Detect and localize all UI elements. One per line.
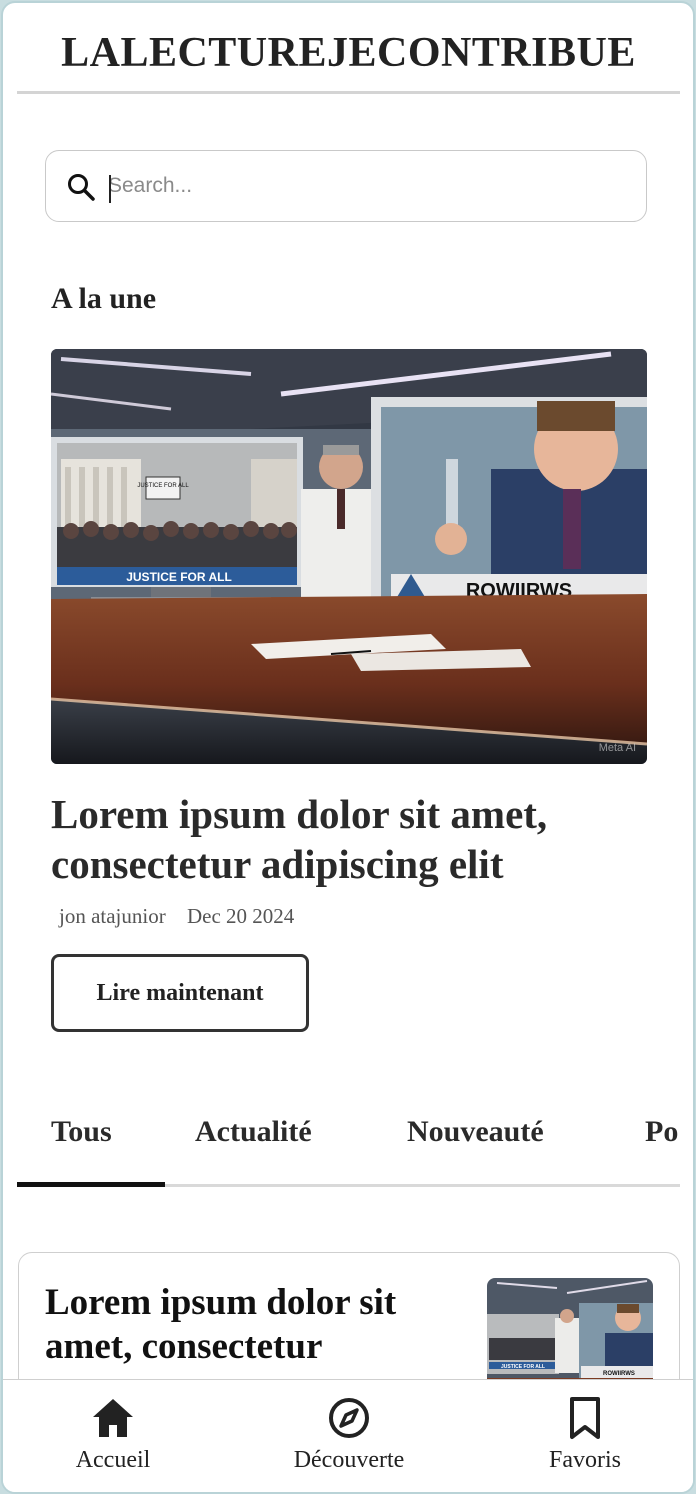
article-card-title[interactable]: Lorem ipsum dolor sit amet, consectetur — [45, 1281, 455, 1369]
bookmark-icon — [570, 1397, 600, 1439]
featured-article-title[interactable]: Lorem ipsum dolor sit amet, consectetur … — [51, 789, 651, 889]
search-icon — [68, 174, 95, 201]
text-caret — [109, 175, 111, 203]
brand-title: LALECTUREJECONTRIBUE — [61, 30, 636, 76]
thumb-caption-left: JUSTICE FOR ALL — [501, 1364, 545, 1370]
nav-favoris[interactable]: Favoris — [485, 1380, 685, 1492]
image-sign-text: JUSTICE FOR ALL — [137, 483, 189, 489]
thumb-caption-right: ROWIIRWS — [603, 1371, 635, 1377]
read-now-button[interactable]: Lire maintenant — [51, 954, 309, 1032]
featured-article-meta: jon atajunior Dec 20 2024 — [59, 904, 294, 929]
app-frame: LALECTUREJECONTRIBUE A la une — [1, 1, 695, 1494]
article-card-thumbnail-art: JUSTICE FOR ALL ROWIIRWS — [487, 1278, 653, 1388]
nav-label-accueil: Accueil — [75, 1447, 151, 1473]
tab-nouveaute[interactable]: Nouveauté — [407, 1115, 544, 1149]
nav-label-decouverte: Découverte — [293, 1447, 405, 1473]
article-author: jon atajunior — [59, 904, 166, 928]
search-input[interactable] — [108, 165, 628, 207]
image-caption-left: JUSTICE FOR ALL — [126, 570, 232, 584]
featured-section-title: A la une — [51, 282, 157, 315]
category-tabs: Tous Actualité Nouveauté Po — [17, 1101, 680, 1187]
compass-icon — [329, 1398, 369, 1438]
nav-label-favoris: Favoris — [549, 1447, 621, 1473]
article-date: Dec 20 2024 — [186, 904, 295, 928]
featured-image[interactable]: JUSTICE FOR ALL JUSTICE FOR ALL ROWIIRWS… — [51, 349, 647, 764]
tab-po[interactable]: Po — [645, 1115, 678, 1149]
search-bar[interactable] — [45, 150, 647, 222]
featured-image-art: JUSTICE FOR ALL JUSTICE FOR ALL ROWIIRWS… — [51, 349, 647, 764]
article-card-thumbnail[interactable]: JUSTICE FOR ALL ROWIIRWS — [487, 1278, 653, 1388]
home-icon — [93, 1399, 133, 1437]
tab-tous[interactable]: Tous — [51, 1115, 112, 1149]
nav-decouverte[interactable]: Découverte — [249, 1380, 449, 1492]
nav-accueil[interactable]: Accueil — [13, 1380, 213, 1492]
image-watermark: Meta AI — [599, 742, 636, 754]
app-header: LALECTUREJECONTRIBUE — [17, 3, 680, 94]
bottom-navigation: Accueil Découverte Favoris — [3, 1379, 693, 1492]
tab-actualite[interactable]: Actualité — [195, 1115, 312, 1149]
active-tab-indicator — [17, 1182, 165, 1187]
